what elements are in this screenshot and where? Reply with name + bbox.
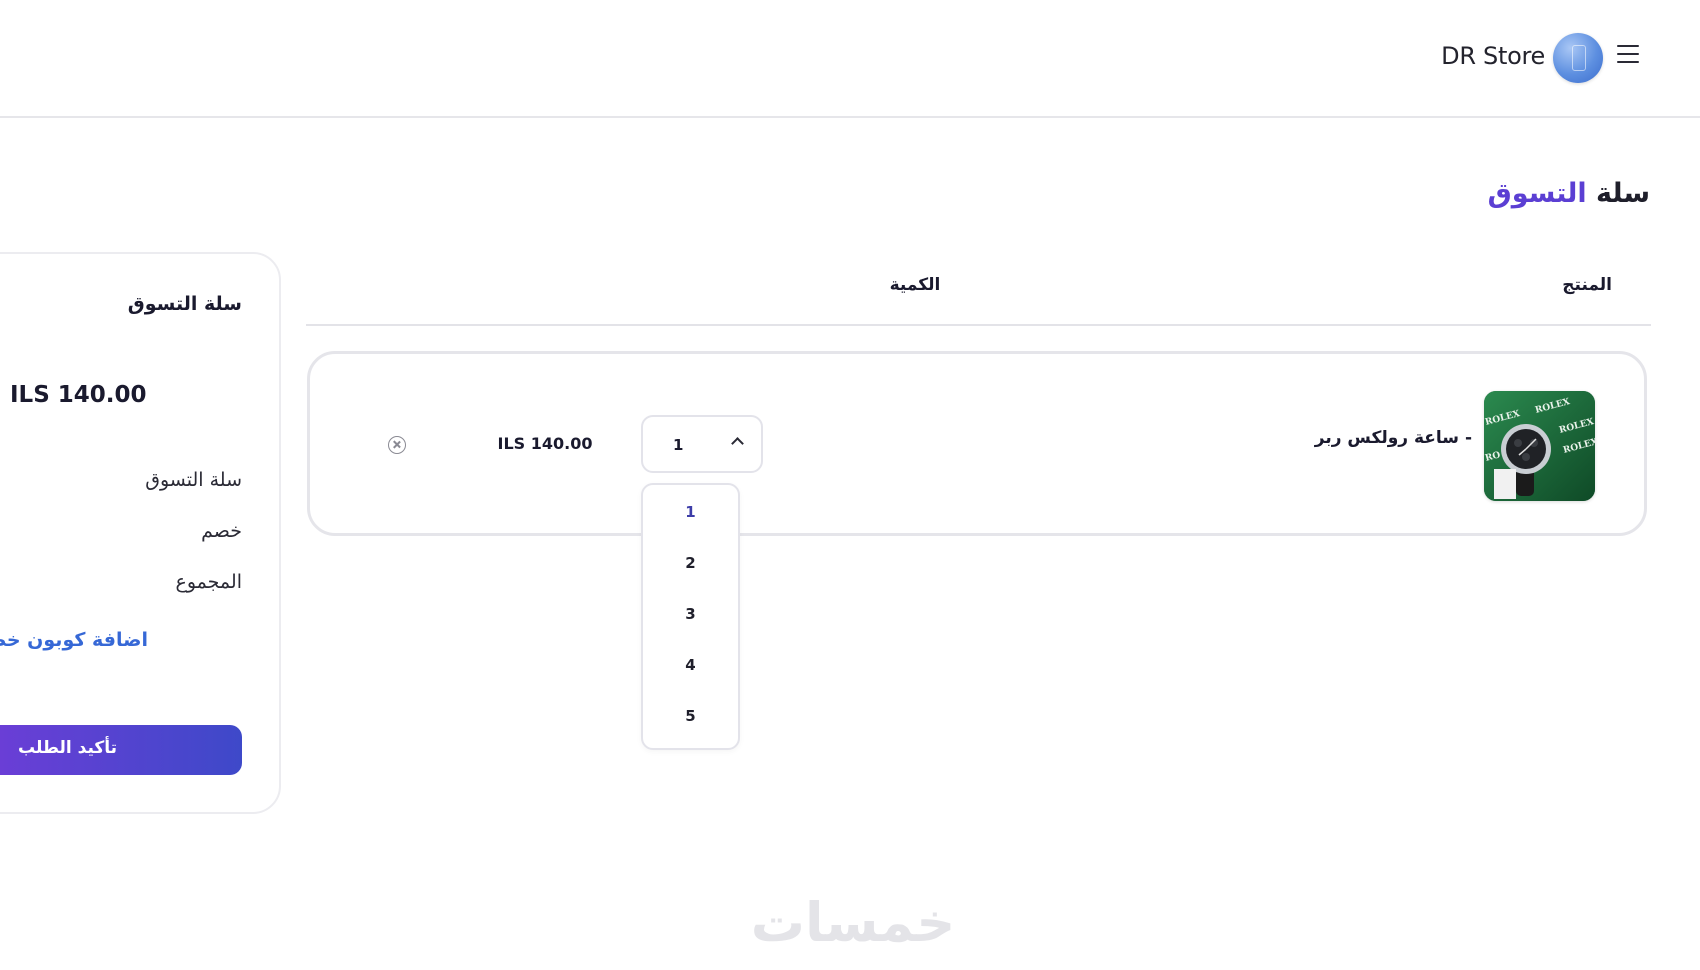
quantity-option-4[interactable]: 4 bbox=[643, 645, 738, 685]
summary-cart-label: سلة التسوق bbox=[145, 469, 242, 491]
page-title-dark: سلة bbox=[1596, 178, 1650, 209]
page: DR Store سلة التسوق المنتج الكمية ROLEX … bbox=[0, 0, 1700, 970]
confirm-order-button[interactable]: تأكيد الطلب bbox=[0, 725, 242, 775]
quantity-dropdown-menu: 1 2 3 4 5 bbox=[641, 483, 740, 750]
watermark-logo: خمسات bbox=[750, 891, 956, 954]
rolex-watch-product-image[interactable]: ROLEX ROLEX ROLEX ROLEX RO bbox=[1484, 391, 1595, 501]
remove-item-icon[interactable] bbox=[388, 436, 406, 454]
page-title: سلة التسوق bbox=[1380, 178, 1650, 209]
quantity-option-3[interactable]: 3 bbox=[643, 594, 738, 634]
summary-title: سلة التسوق bbox=[127, 293, 242, 315]
add-coupon-link[interactable]: اضافة كوبون خصم bbox=[0, 629, 148, 651]
summary-discount-label: خصم bbox=[201, 520, 242, 542]
item-price: ILS 140.00 bbox=[497, 434, 593, 453]
column-header-product: المنتج bbox=[1562, 275, 1612, 295]
quantity-option-5[interactable]: 5 bbox=[643, 696, 738, 736]
top-header: DR Store bbox=[0, 0, 1700, 118]
store-brand-name[interactable]: DR Store bbox=[1420, 42, 1545, 70]
chevron-up-icon bbox=[731, 437, 744, 450]
hamburger-menu-icon[interactable] bbox=[1617, 45, 1639, 63]
store-logo-icon[interactable] bbox=[1553, 33, 1603, 83]
header-divider bbox=[306, 324, 1651, 326]
quantity-select-value: 1 bbox=[673, 436, 684, 454]
confirm-order-label: تأكيد الطلب bbox=[18, 738, 118, 758]
quantity-option-2[interactable]: 2 bbox=[643, 543, 738, 583]
column-header-quantity: الكمية bbox=[889, 275, 941, 295]
summary-total-label: المجموع bbox=[175, 571, 242, 593]
quantity-option-1[interactable]: 1 bbox=[643, 492, 738, 532]
quantity-select[interactable]: 1 bbox=[641, 415, 763, 473]
summary-total-amount: ILS 140.00 bbox=[10, 382, 147, 408]
logo-mark bbox=[1572, 45, 1586, 71]
page-title-accent: التسوق bbox=[1487, 178, 1587, 209]
product-name[interactable]: - ساعة رولكس ربر bbox=[1300, 428, 1472, 448]
